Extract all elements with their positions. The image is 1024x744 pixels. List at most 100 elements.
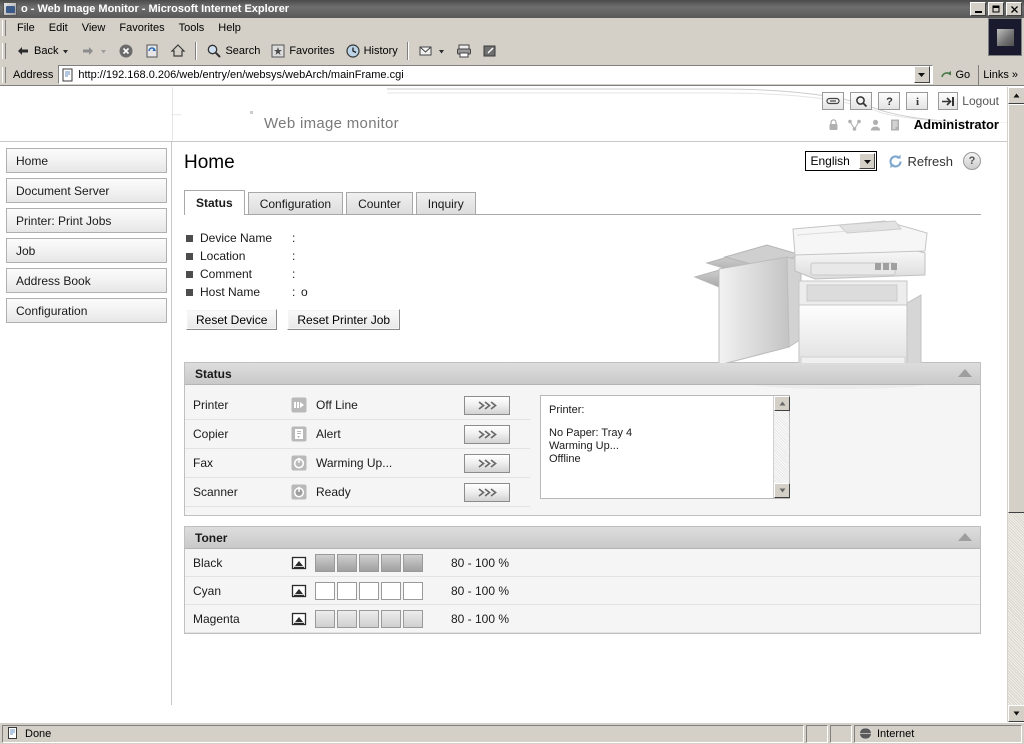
back-arrow-icon <box>15 43 31 59</box>
collapse-up-icon[interactable] <box>958 369 972 377</box>
go-label: Go <box>955 68 971 81</box>
history-button[interactable]: History <box>340 40 403 62</box>
gauge-cell <box>359 553 379 572</box>
browser-statusbar: Done Internet <box>0 722 1024 744</box>
status-row-printer: Printer Off Line <box>185 391 530 420</box>
gauge-cell <box>381 553 401 572</box>
status-scanner-label: Scanner <box>193 485 238 499</box>
menu-tools[interactable]: Tools <box>172 20 212 36</box>
statusbar-message: Done <box>25 727 52 740</box>
browser-toolbar: Back Search Favorites History <box>0 38 1024 64</box>
stop-button[interactable] <box>113 40 139 62</box>
logout-button[interactable]: Logout <box>938 92 999 110</box>
page-scroll-thumb[interactable] <box>1008 104 1024 513</box>
current-user-label: Administrator <box>913 117 999 132</box>
toner-section-header[interactable]: Toner <box>185 527 980 549</box>
close-button[interactable] <box>1006 2 1022 16</box>
scroll-track[interactable] <box>774 411 789 483</box>
refresh-button[interactable] <box>139 40 165 62</box>
links-button[interactable]: Links » <box>978 64 1022 85</box>
status-fax-detail-button[interactable] <box>464 453 510 473</box>
edit-button[interactable] <box>477 40 503 62</box>
toolbar-grip[interactable] <box>2 42 6 59</box>
status-message-heading: Printer: <box>549 404 585 416</box>
gauge-cell <box>381 581 401 600</box>
forward-dropdown-icon[interactable] <box>99 43 108 59</box>
menu-view[interactable]: View <box>75 20 113 36</box>
favorites-button[interactable]: Favorites <box>265 40 339 62</box>
go-button[interactable]: Go <box>933 67 977 82</box>
mail-dropdown-icon[interactable] <box>437 43 446 59</box>
menubar-grip[interactable] <box>2 19 6 36</box>
copier-status-icon <box>291 426 307 442</box>
status-printer-detail-button[interactable] <box>464 395 510 415</box>
refresh-button[interactable]: Refresh <box>887 153 953 170</box>
page-scrollbar[interactable] <box>1007 87 1024 722</box>
tab-counter[interactable]: Counter <box>346 192 413 215</box>
minimize-button[interactable] <box>970 2 986 16</box>
home-button[interactable] <box>165 40 191 62</box>
mail-button[interactable] <box>413 40 451 62</box>
link-icon[interactable] <box>822 92 845 110</box>
menu-edit[interactable]: Edit <box>42 20 75 36</box>
help-icon[interactable]: ? <box>963 152 981 170</box>
sidebar-item-job[interactable]: Job <box>6 238 167 263</box>
sidebar-item-document-server[interactable]: Document Server <box>6 178 167 203</box>
collapse-up-icon[interactable] <box>958 533 972 541</box>
bullet-icon <box>186 270 193 278</box>
menu-help[interactable]: Help <box>211 20 248 36</box>
search-icon <box>206 43 222 59</box>
info-icon[interactable]: i <box>906 92 929 110</box>
address-dropdown-button[interactable] <box>913 66 930 83</box>
chevron-down-icon[interactable] <box>859 153 876 169</box>
scroll-down-button[interactable] <box>774 483 790 498</box>
language-value: English <box>810 154 850 168</box>
back-button[interactable]: Back <box>10 40 75 62</box>
toner-icon <box>291 611 307 627</box>
gauge-cell <box>337 581 357 600</box>
web-page: — Web image monitor ? i Logout Administr… <box>0 87 1007 722</box>
search-icon[interactable] <box>850 92 873 110</box>
back-dropdown-icon[interactable] <box>61 43 70 59</box>
status-section-header[interactable]: Status <box>185 363 980 385</box>
statusbar-zone-pane[interactable]: Internet <box>854 724 1022 743</box>
sidebar-item-home[interactable]: Home <box>6 148 167 173</box>
status-scanner-detail-button[interactable] <box>464 482 510 502</box>
addressbar-grip[interactable] <box>2 66 6 83</box>
toner-black-level: 80 - 100 % <box>451 555 510 570</box>
tab-status[interactable]: Status <box>184 190 245 215</box>
page-icon <box>7 726 21 741</box>
main-header-controls: English Refresh ? <box>805 151 981 171</box>
sidebar-item-address-book[interactable]: Address Book <box>6 268 167 293</box>
status-copier-detail-button[interactable] <box>464 424 510 444</box>
status-fax-label: Fax <box>193 456 214 470</box>
reset-printer-job-button[interactable]: Reset Printer Job <box>287 309 401 330</box>
sidebar-item-configuration[interactable]: Configuration <box>6 298 167 323</box>
tab-configuration[interactable]: Configuration <box>247 192 344 215</box>
menu-file[interactable]: File <box>10 20 42 36</box>
page-scroll-up-button[interactable] <box>1008 87 1024 104</box>
reset-device-button[interactable]: Reset Device <box>186 309 278 330</box>
tab-inquiry[interactable]: Inquiry <box>415 192 476 215</box>
gauge-cell <box>337 609 357 628</box>
toner-row-magenta: Magenta 80 - 100 % <box>185 605 980 633</box>
status-message-scrollbar[interactable] <box>773 396 790 498</box>
search-button[interactable]: Search <box>201 40 265 62</box>
help-icon[interactable]: ? <box>878 92 901 110</box>
statusbar-pane-a <box>806 724 828 743</box>
toolbar-separator-2 <box>406 41 409 60</box>
restore-button[interactable] <box>988 2 1004 16</box>
address-input[interactable]: http://192.168.0.206/web/entry/en/websys… <box>58 65 933 84</box>
refresh-icon <box>144 43 160 59</box>
page-scroll-down-button[interactable] <box>1008 705 1024 722</box>
scroll-up-button[interactable] <box>774 396 790 411</box>
menu-favorites[interactable]: Favorites <box>112 20 171 36</box>
sidebar-item-printer-print-jobs[interactable]: Printer: Print Jobs <box>6 208 167 233</box>
address-url-text: http://192.168.0.206/web/entry/en/websys… <box>78 68 404 81</box>
language-select[interactable]: English <box>805 151 878 171</box>
forward-button[interactable] <box>75 40 113 62</box>
print-button[interactable] <box>451 40 477 62</box>
page-scroll-track[interactable] <box>1008 104 1024 705</box>
network-icon <box>847 119 861 131</box>
comment-label: Comment <box>200 267 253 281</box>
